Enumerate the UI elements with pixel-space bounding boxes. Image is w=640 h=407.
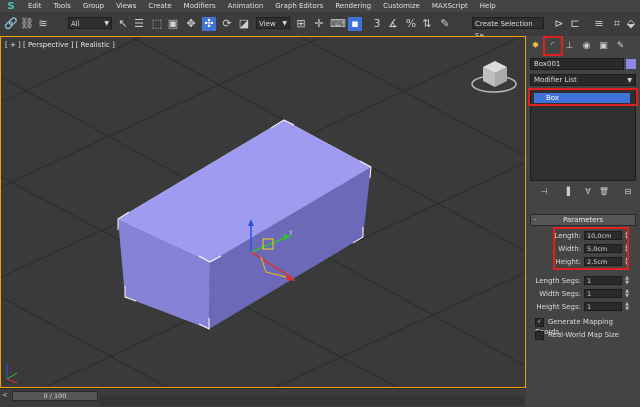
track-bar[interactable] (100, 396, 524, 406)
length-segs-label: Length Segs: (535, 277, 581, 285)
spinner-snap-icon[interactable]: ⇅ (420, 17, 434, 31)
length-segs-spinner[interactable]: ▲ ▼ (624, 276, 630, 286)
select-object-icon[interactable]: ↖ (116, 17, 130, 31)
select-rotate-icon[interactable]: ✣ (202, 17, 216, 31)
configure-modifier-sets-icon[interactable]: ⊟ (622, 186, 634, 198)
utilities-icon[interactable]: ✎ (614, 39, 627, 53)
make-unique-icon[interactable]: ∀ (582, 186, 594, 198)
menu-views[interactable]: Views (110, 2, 142, 10)
edit-named-selection-icon[interactable]: ✎ (438, 17, 452, 31)
select-scale-icon[interactable]: ⟳ (220, 17, 234, 31)
object-color-swatch[interactable] (626, 59, 636, 69)
angle-snap-icon[interactable]: ∡ (386, 17, 400, 31)
select-by-name-icon[interactable]: ☰ (132, 17, 146, 31)
collapse-icon: - (534, 216, 537, 224)
mirror-icon[interactable]: ⊳ (552, 17, 566, 31)
menu-help[interactable]: Help (474, 2, 502, 10)
time-slider[interactable]: 0 / 100 (12, 391, 98, 401)
time-slider-left-icon[interactable]: < (2, 391, 8, 399)
height-segs-spinner[interactable]: ▲ ▼ (624, 302, 630, 312)
link-icon[interactable]: 🔗 (4, 17, 18, 31)
menu-graph-editors[interactable]: Graph Editors (269, 2, 329, 10)
menu-create[interactable]: Create (142, 2, 177, 10)
object-name-field[interactable]: Box001 (530, 58, 624, 70)
percent-snap-icon[interactable]: % (404, 17, 418, 31)
app-logo-icon[interactable]: S (0, 0, 22, 12)
svg-text:Z: Z (245, 212, 249, 219)
snaps-toggle-icon[interactable]: 3 (370, 17, 384, 31)
viewport-scene: Z Y (1, 37, 525, 387)
chevron-down-icon: ▼ (104, 20, 109, 27)
real-world-map-checkbox[interactable]: Real-World Map Size (535, 330, 619, 340)
pivot-center-icon[interactable]: ⊞ (294, 17, 308, 31)
width-segs-field[interactable]: 1 (584, 289, 622, 298)
unlink-icon[interactable]: ⛓ (20, 17, 34, 31)
menu-tools[interactable]: Tools (48, 2, 77, 10)
reference-coord-dropdown[interactable]: View ▼ (256, 17, 290, 29)
schematic-view-icon[interactable]: ⬙ (624, 17, 638, 31)
selection-filter-dropdown[interactable]: All ▼ (68, 17, 112, 29)
height-segs-field[interactable]: 1 (584, 302, 622, 311)
menu-modifiers[interactable]: Modifiers (178, 2, 222, 10)
select-manipulate-icon[interactable]: ✛ (312, 17, 326, 31)
height-segs-row: Height Segs: 1 ▲ ▼ (530, 302, 636, 312)
menu-edit[interactable]: Edit (22, 2, 48, 10)
stack-tools: ⊣ ▌ ∀ 🗑 ⊟ (530, 186, 636, 200)
command-panel-tabs: ✸ ◜ ⊥ ◉ ▣ ✎ (527, 36, 640, 58)
main-toolbar: 🔗 ⛓ ≋ All ▼ ↖ ☰ ⬚ ▣ ✥ ✣ ⟳ ◪ View ▼ ⊞ ✛ ⌨ ▪… (0, 12, 640, 40)
menu-group[interactable]: Group (77, 2, 110, 10)
menu-rendering[interactable]: Rendering (329, 2, 377, 10)
layer-manager-icon[interactable]: ≡ (592, 17, 606, 31)
width-segs-label: Width Segs: (539, 290, 581, 298)
motion-icon[interactable]: ◉ (580, 39, 593, 53)
generate-mapping-checkbox[interactable]: ✓ Generate Mapping Coords. (535, 317, 640, 336)
create-icon[interactable]: ✸ (529, 39, 542, 53)
menu-bar: S Edit Tools Group Views Create Modifier… (0, 0, 640, 12)
length-segs-row: Length Segs: 1 ▲ ▼ (530, 276, 636, 286)
dimensions-highlight (553, 227, 629, 270)
command-panel: ✸ ◜ ⊥ ◉ ▣ ✎ Box001 Modifier List ▼ Box ⊣… (527, 36, 640, 406)
generate-mapping-check[interactable]: ✓ (535, 317, 544, 327)
width-segs-row: Width Segs: 1 ▲ ▼ (530, 289, 636, 299)
show-end-result-icon[interactable]: ▌ (564, 186, 576, 198)
axis-tripod-icon (6, 363, 18, 384)
hierarchy-icon[interactable]: ⊥ (563, 39, 576, 53)
svg-text:Y: Y (288, 230, 293, 237)
display-icon[interactable]: ▣ (597, 39, 610, 53)
select-uniform-scale-icon[interactable]: ◪ (237, 17, 251, 31)
stack-item-highlight (528, 88, 638, 106)
curve-editor-icon[interactable]: ⌗ (610, 17, 624, 31)
viewcube-icon[interactable] (471, 61, 517, 93)
parameters-rollout-header[interactable]: - Parameters (530, 214, 636, 226)
perspective-viewport[interactable]: Z Y [ + ] [ Perspective ] [ Realistic ] (0, 36, 526, 388)
viewport-label[interactable]: [ + ] [ Perspective ] [ Realistic ] (5, 41, 115, 49)
select-place-icon[interactable]: ▪ (348, 17, 362, 31)
length-segs-field[interactable]: 1 (584, 276, 622, 285)
align-icon[interactable]: ⊏ (568, 17, 582, 31)
menu-animation[interactable]: Animation (222, 2, 270, 10)
pin-stack-icon[interactable]: ⊣ (538, 186, 550, 198)
timeline-bar: < 0 / 100 (0, 388, 526, 407)
chevron-down-icon: ▼ (627, 77, 632, 84)
real-world-map-check[interactable] (535, 330, 544, 340)
menu-maxscript[interactable]: MAXScript (426, 2, 474, 10)
bind-spacewarp-icon[interactable]: ≋ (36, 17, 50, 31)
modify-tab-highlight (543, 36, 563, 56)
named-selection-set-dropdown[interactable]: Create Selection Se (472, 17, 544, 40)
keyboard-shortcut-icon[interactable]: ⌨ (330, 17, 346, 31)
selection-region-icon[interactable]: ⬚ (150, 17, 164, 31)
height-segs-label: Height Segs: (536, 303, 581, 311)
select-move-icon[interactable]: ✥ (184, 17, 198, 31)
window-crossing-icon[interactable]: ▣ (166, 17, 180, 31)
width-segs-spinner[interactable]: ▲ ▼ (624, 289, 630, 299)
menu-customize[interactable]: Customize (377, 2, 426, 10)
chevron-down-icon: ▼ (282, 20, 287, 27)
modifier-list-dropdown[interactable]: Modifier List ▼ (530, 74, 636, 86)
remove-modifier-icon[interactable]: 🗑 (598, 186, 610, 198)
box-object[interactable] (117, 119, 372, 329)
